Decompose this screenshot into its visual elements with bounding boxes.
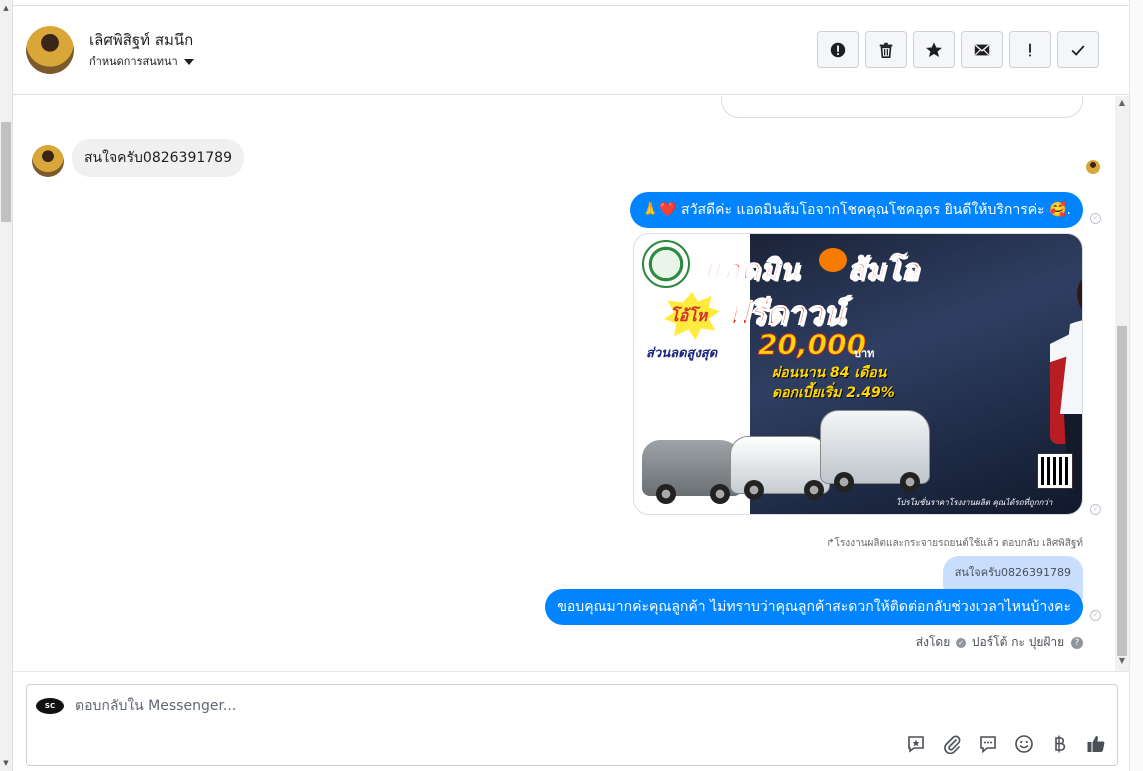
promo-title: แอดมิน ส้มโอ: [704, 248, 919, 292]
incoming-message[interactable]: สนใจครับ0826391789: [72, 139, 244, 177]
wheel-shape: [656, 484, 676, 504]
saved-reply-icon: [908, 736, 924, 753]
sender-avatar[interactable]: [32, 145, 64, 177]
sent-by-name[interactable]: ปอร์โต้ กะ ปุยฝ้าย: [972, 635, 1064, 649]
promo-title-left: แอดมิน: [704, 253, 800, 287]
conversation-schedule-dropdown[interactable]: กำหนดการสนทนา: [89, 52, 194, 70]
previous-message-bubble: [721, 96, 1083, 118]
outgoing-reply-message[interactable]: ขอบคุณมากค่ะคุณลูกค้า ไม่ทราบว่าคุณลูกค้…: [545, 589, 1083, 625]
chat-bubble-icon: [980, 736, 996, 754]
mark-spam-button[interactable]: [817, 31, 859, 68]
sent-check-icon: ✓: [1090, 213, 1101, 224]
like-button[interactable]: [1085, 733, 1107, 755]
promo-interest: ดอกเบี้ยเริ่ม 2.49%: [772, 385, 895, 401]
mark-unread-button[interactable]: [961, 31, 1003, 68]
spam-icon: [830, 42, 846, 57]
page-scrollbar[interactable]: ▲ ▼: [0, 0, 13, 771]
payment-button[interactable]: [1049, 733, 1071, 755]
sent-by-label: ส่งโดย: [915, 635, 951, 649]
promo-installment: ผ่อนนาน 84 เดือน: [772, 365, 887, 381]
check-icon: [1071, 44, 1085, 56]
wheel-shape: [744, 480, 764, 500]
dealer-logo: [642, 240, 690, 288]
promo-burst-text: โอ้โห: [670, 306, 708, 325]
composer-toolbar: [905, 733, 1107, 755]
trash-icon: [879, 42, 893, 58]
qr-code-icon: [1037, 453, 1073, 489]
thumbs-up-icon: [1087, 736, 1105, 752]
wheel-shape: [804, 480, 824, 500]
scroll-down-arrow-icon[interactable]: ▼: [0, 757, 12, 769]
mark-important-button[interactable]: [1009, 31, 1051, 68]
thread-scroll-down-icon[interactable]: ▼: [1116, 656, 1128, 665]
star-button[interactable]: [913, 31, 955, 68]
promo-image-attachment[interactable]: แอดมิน ส้มโอ โอ้โห ฟรีดาวน์ ส่วนลดสูงสุด …: [633, 233, 1083, 515]
quick-message-button[interactable]: [977, 733, 999, 755]
sent-check-icon: ✓: [1090, 610, 1101, 621]
right-edge: [1129, 0, 1143, 771]
header-toolbar: [817, 31, 1099, 68]
messenger-inbox-window: ▲ ▼ เลิศพิสิฐท์ สมนึก กำหนดการสนทนา สนใจ…: [0, 0, 1143, 771]
verified-check-icon: ✓: [956, 637, 967, 648]
smiley-icon: [1015, 735, 1033, 753]
sent-by-line: ส่งโดย ✓ ปอร์โต้ กะ ปุยฝ้าย ?: [916, 633, 1083, 652]
mark-done-button[interactable]: [1057, 31, 1099, 68]
promo-discount-label: ส่วนลดสูงสุด: [646, 346, 718, 361]
promo-footer: โปรโมชั่นราคาโรงงานผลิต คุณได้รถที่ถูกกว…: [896, 498, 1053, 507]
schedule-label: กำหนดการสนทนา: [89, 55, 178, 68]
page-scrollbar-thumb[interactable]: [1, 122, 11, 222]
contact-name[interactable]: เลิศพิสิฐท์ สมนึก: [89, 28, 193, 52]
star-icon: [926, 41, 942, 57]
help-icon[interactable]: ?: [1071, 636, 1083, 649]
wheel-shape: [834, 472, 854, 492]
pomelo-icon: [819, 248, 847, 272]
sent-check-icon: ✓: [1090, 504, 1101, 515]
paperclip-icon: [944, 735, 961, 754]
wheel-shape: [900, 472, 920, 492]
contact-avatar[interactable]: [26, 26, 74, 74]
wheel-shape: [710, 484, 730, 504]
caret-down-icon: [183, 59, 194, 65]
outgoing-message[interactable]: 🙏❤️ สวัสดีค่ะ แอดมินส้มโอจากโชคคุณโชคอุด…: [629, 192, 1083, 228]
delete-button[interactable]: [865, 31, 907, 68]
saved-replies-button[interactable]: [905, 733, 927, 755]
exclamation-icon: [1029, 43, 1031, 56]
scroll-up-arrow-icon[interactable]: ▲: [0, 2, 12, 14]
conversation-header: เลิศพิสิฐท์ สมนึก กำหนดการสนทนา: [13, 6, 1129, 95]
promo-currency: บาท: [854, 347, 875, 360]
page-logo: SC: [36, 698, 64, 714]
baht-icon: [1055, 735, 1066, 753]
message-thread[interactable]: สนใจครับ0826391789 🙏❤️ สวัสดีค่ะ แอดมินส…: [13, 96, 1115, 671]
thread-scrollbar[interactable]: ▲ ▼: [1115, 96, 1129, 671]
reply-composer: SC: [26, 684, 1118, 766]
promo-burst-badge: โอ้โห: [664, 292, 720, 340]
reply-context-note: ↱โรงงานผลิตและกระจายรถยนต์ใช้แล้ว ตอบกลั…: [826, 538, 1083, 549]
thread-scroll-up-icon[interactable]: ▲: [1116, 98, 1128, 107]
reply-input[interactable]: [75, 695, 775, 717]
emoji-button[interactable]: [1013, 733, 1035, 755]
envelope-icon: [974, 44, 990, 55]
promo-title-right: ส้มโอ: [847, 253, 920, 287]
thread-scrollbar-thumb[interactable]: [1117, 326, 1127, 656]
seen-indicator-avatar: [1086, 160, 1100, 174]
promo-discount-amount: 20,000: [757, 328, 867, 362]
attach-file-button[interactable]: [941, 733, 963, 755]
